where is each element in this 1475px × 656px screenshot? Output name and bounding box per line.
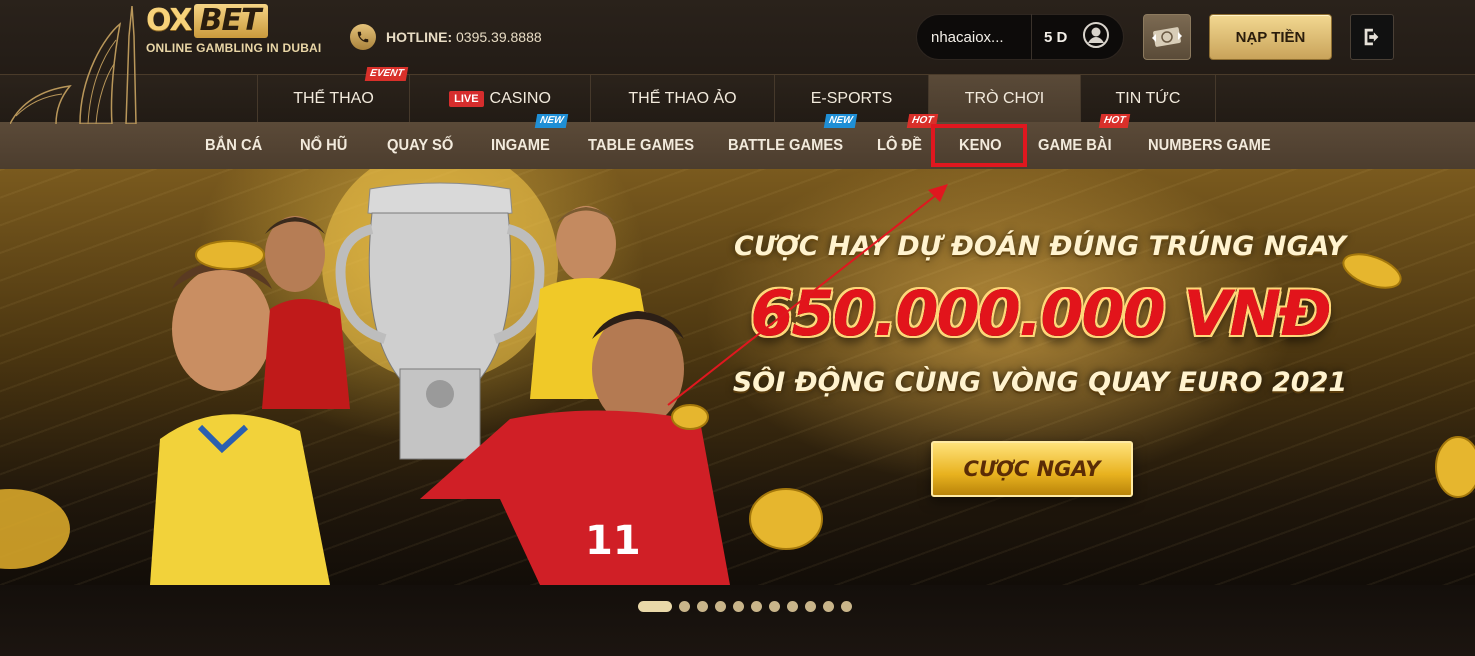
tab-label: CASINO — [489, 89, 551, 107]
tab-label: E-SPORTS — [810, 89, 893, 107]
promo-banner[interactable]: 11 CƯỢC HAY DỰ ĐOÁN ĐÚNG TRÚNG NGAY 650.… — [0, 169, 1475, 585]
user-icon[interactable] — [1082, 21, 1110, 54]
tab-label: THỂ THAO — [293, 89, 374, 107]
main-nav: THỂ THAO LIVE CASINO THỂ THAO ẢO E-SPORT… — [0, 67, 1475, 122]
tab-the-thao-ao[interactable]: THỂ THAO ẢO — [590, 75, 774, 122]
logo-ox-text: OX — [146, 3, 193, 38]
hotline-label: HOTLINE: — [386, 29, 453, 45]
logout-icon — [1364, 28, 1379, 46]
oxbet-logo[interactable]: OX BET ONLINE GAMBLING IN DUBAI — [146, 3, 322, 56]
carousel-dot[interactable] — [715, 601, 726, 612]
account-panel[interactable]: nhacaiox... 5 D — [916, 14, 1124, 60]
subnav-ingame[interactable]: INGAME — [491, 122, 550, 169]
carousel-dot[interactable] — [733, 601, 744, 612]
new-badge: NEW — [534, 114, 569, 128]
bet-now-button[interactable]: CƯỢC NGAY — [931, 441, 1133, 497]
banner-prize-amount: 650.000.000 VNĐ — [750, 277, 1331, 350]
tab-label: THỂ THAO ẢO — [628, 89, 737, 107]
banner-headline: CƯỢC HAY DỰ ĐOÁN ĐÚNG TRÚNG NGAY — [734, 231, 1346, 262]
carousel-dots — [638, 601, 852, 612]
carousel-dot[interactable] — [769, 601, 780, 612]
banner-subline: SÔI ĐỘNG CÙNG VÒNG QUAY EURO 2021 — [732, 367, 1348, 398]
hot-badge: HOT — [1098, 114, 1131, 128]
username[interactable]: nhacaiox... — [917, 29, 1031, 46]
hotline: HOTLINE: 0395.39.8888 — [350, 24, 542, 50]
subnav-numbers-game[interactable]: NUMBERS GAME — [1148, 122, 1271, 169]
top-header: OX BET ONLINE GAMBLING IN DUBAI HOTLINE: … — [0, 0, 1475, 124]
subnav-no-hu[interactable]: NỔ HŨ — [300, 122, 347, 169]
carousel-dot[interactable] — [679, 601, 690, 612]
tab-tro-choi[interactable]: TRÒ CHƠI — [928, 75, 1080, 122]
new-badge: NEW — [823, 114, 858, 128]
carousel-dot[interactable] — [805, 601, 816, 612]
balance: 5 D — [1044, 28, 1068, 46]
deposit-button[interactable]: NẠP TIỀN — [1209, 14, 1332, 60]
keno-highlight-box — [931, 124, 1027, 167]
subnav-battle-games[interactable]: BATTLE GAMES — [728, 122, 843, 169]
phone-icon — [350, 24, 376, 50]
svg-text:11: 11 — [585, 518, 641, 564]
logo-tagline: ONLINE GAMBLING IN DUBAI — [146, 41, 322, 55]
tab-label: TIN TỨC — [1115, 89, 1181, 107]
subnav-quay-so[interactable]: QUAY SỐ — [387, 122, 453, 169]
carousel-dot[interactable] — [751, 601, 762, 612]
carousel-dot[interactable] — [841, 601, 852, 612]
transfer-wallet-button[interactable] — [1143, 14, 1191, 60]
hotline-number[interactable]: 0395.39.8888 — [456, 29, 542, 45]
logout-button[interactable] — [1350, 14, 1394, 60]
sub-nav: BẮN CÁ NỔ HŨ QUAY SỐ INGAME TABLE GAMES … — [0, 114, 1475, 169]
banner-footer — [0, 585, 1475, 656]
live-badge: LIVE — [449, 90, 484, 107]
money-transfer-icon — [1152, 27, 1182, 47]
dubai-skyline-logo-art — [10, 6, 137, 124]
subnav-game-bai[interactable]: GAME BÀI — [1038, 122, 1112, 169]
subnav-table-games[interactable]: TABLE GAMES — [588, 122, 694, 169]
carousel-dot[interactable] — [787, 601, 798, 612]
subnav-ban-ca[interactable]: BẮN CÁ — [205, 122, 262, 169]
logo-bet-text: BET — [193, 4, 269, 38]
tab-label: TRÒ CHƠI — [964, 89, 1045, 107]
subnav-lo-de[interactable]: LÔ ĐỀ — [877, 122, 922, 169]
carousel-dot[interactable] — [638, 601, 672, 612]
event-badge: EVENT — [364, 67, 409, 81]
tab-the-thao[interactable]: THỂ THAO — [257, 75, 409, 122]
carousel-dot[interactable] — [823, 601, 834, 612]
carousel-dot[interactable] — [697, 601, 708, 612]
